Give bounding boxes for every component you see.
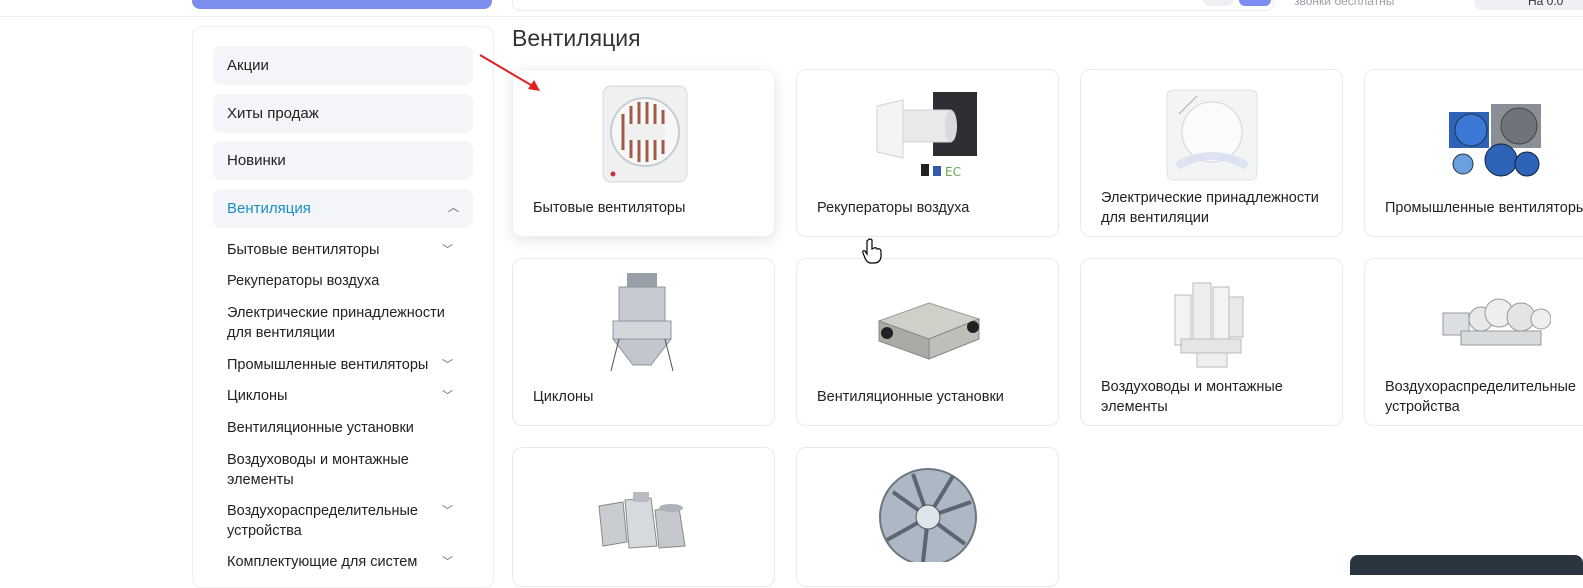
sidebar-subitem-cyclones[interactable]: Циклоны ﹀ bbox=[227, 386, 467, 406]
category-card-label: Вентиляционные установки bbox=[817, 389, 1004, 405]
sidebar-subitem-label: Промышленные вентиляторы bbox=[227, 357, 429, 373]
category-card-impellers[interactable] bbox=[796, 447, 1059, 587]
sidebar-subitem-household-fans[interactable]: Бытовые вентиляторы ﹀ bbox=[227, 240, 467, 260]
catalog-button[interactable] bbox=[192, 0, 492, 9]
search-clear-button[interactable] bbox=[1203, 0, 1233, 6]
ventilation-unit-icon bbox=[877, 302, 980, 360]
category-card-ducts[interactable]: Воздуховоды и монтажные элементы bbox=[1080, 258, 1343, 426]
cyclone-icon bbox=[610, 273, 673, 372]
industrial-fan-icon bbox=[1449, 104, 1541, 177]
category-card-household-fans[interactable]: Бытовые вентиляторы bbox=[512, 69, 775, 237]
sidebar-item-hits[interactable]: Хиты продаж bbox=[213, 94, 473, 133]
sidebar-subitem-label: Бытовые вентиляторы bbox=[227, 242, 380, 258]
sidebar-subitem-label: Вентиляционные установки bbox=[227, 420, 414, 436]
category-card-cyclones[interactable]: Циклоны bbox=[512, 258, 775, 426]
household-fan-icon bbox=[602, 85, 687, 183]
sidebar-item-label: Хиты продаж bbox=[227, 105, 319, 122]
hand-cursor-icon bbox=[862, 238, 882, 264]
search-input[interactable] bbox=[512, 0, 1274, 11]
sidebar-item-label: Вентиляция bbox=[227, 200, 311, 217]
category-card-label: Электрические принадлежности для вентиля… bbox=[1101, 190, 1319, 226]
cart-total: На 0.0 bbox=[1528, 0, 1564, 8]
chevron-down-icon[interactable]: ﹀ bbox=[442, 355, 453, 375]
impeller-icon bbox=[878, 468, 977, 562]
sidebar-subitem-label: Воздуховоды и монтажные элементы bbox=[227, 452, 409, 488]
sidebar-item-label: Новинки bbox=[227, 152, 286, 169]
sidebar-subitem-label: Циклоны bbox=[227, 388, 288, 404]
chevron-down-icon[interactable]: ﹀ bbox=[442, 386, 453, 406]
category-card-recuperators[interactable]: EC Рекуператоры воздуха bbox=[796, 69, 1059, 237]
diffuser-icon bbox=[1442, 298, 1551, 346]
page-title: Вентиляция bbox=[512, 25, 641, 51]
sidebar-subitem-recuperators[interactable]: Рекуператоры воздуха bbox=[227, 271, 467, 291]
sidebar-item-label: Акции bbox=[227, 57, 269, 74]
category-card-label: Рекуператоры воздуха bbox=[817, 200, 970, 216]
sidebar-item-new[interactable]: Новинки bbox=[213, 141, 473, 180]
category-card-electrical[interactable]: Электрические принадлежности для вентиля… bbox=[1080, 69, 1343, 237]
annotation-arrow-icon bbox=[479, 54, 540, 91]
category-card-label: Бытовые вентиляторы bbox=[533, 200, 686, 216]
duct-icon bbox=[1174, 282, 1243, 368]
category-card-diffusers[interactable]: Воздухораспределительные устройства bbox=[1364, 258, 1583, 426]
chat-widget[interactable] bbox=[1350, 555, 1583, 575]
chevron-down-icon[interactable]: ﹀ bbox=[442, 240, 453, 260]
sidebar-subitem-label: Комплектующие для систем bbox=[227, 554, 418, 570]
search-button[interactable] bbox=[1239, 0, 1271, 6]
controller-icon bbox=[1166, 89, 1257, 181]
duct-fittings-icon bbox=[597, 492, 686, 549]
sidebar-subitem-label: Воздухораспределительные устройства bbox=[227, 503, 418, 539]
sidebar-item-promo[interactable]: Акции bbox=[213, 46, 473, 85]
catalog-sidebar: Акции Хиты продаж Новинки Вентиляция ︿ Б… bbox=[192, 26, 494, 588]
chevron-down-icon[interactable]: ﹀ bbox=[442, 501, 453, 521]
category-card-label: Воздуховоды и монтажные элементы bbox=[1101, 379, 1283, 415]
category-card-duct-fittings[interactable] bbox=[512, 447, 775, 587]
sidebar-subitem-components[interactable]: Комплектующие для систем ﹀ bbox=[227, 552, 467, 572]
category-card-industrial-fans[interactable]: Промышленные вентиляторы bbox=[1364, 69, 1583, 237]
category-card-label: Воздухораспределительные устройства bbox=[1385, 379, 1576, 415]
sidebar-subitem-label: Рекуператоры воздуха bbox=[227, 273, 380, 289]
sidebar-item-ventilation[interactable]: Вентиляция ︿ bbox=[213, 189, 473, 228]
chevron-up-icon[interactable]: ︿ bbox=[448, 189, 459, 228]
category-card-vent-units[interactable]: Вентиляционные установки bbox=[796, 258, 1059, 426]
category-card-label: Циклоны bbox=[533, 389, 594, 405]
sidebar-subitem-electrical[interactable]: Электрические принадлежности для вентиля… bbox=[227, 303, 457, 343]
category-card-label: Промышленные вентиляторы bbox=[1385, 200, 1583, 216]
recuperator-icon: EC bbox=[876, 92, 977, 179]
sidebar-subitem-label: Электрические принадлежности для вентиля… bbox=[227, 305, 445, 341]
sidebar-subitem-diffusers[interactable]: Воздухораспределительные устройства ﹀ bbox=[227, 501, 467, 541]
sidebar-subitem-vent-units[interactable]: Вентиляционные установки bbox=[227, 418, 467, 438]
chevron-down-icon[interactable]: ﹀ bbox=[442, 552, 453, 572]
sidebar-subitem-industrial-fans[interactable]: Промышленные вентиляторы ﹀ bbox=[227, 355, 467, 375]
svg-text:EC: EC bbox=[945, 165, 961, 179]
sidebar-subitem-ducts[interactable]: Воздуховоды и монтажные элементы bbox=[227, 450, 427, 490]
phone-note: звонки бесплатны bbox=[1294, 0, 1395, 8]
